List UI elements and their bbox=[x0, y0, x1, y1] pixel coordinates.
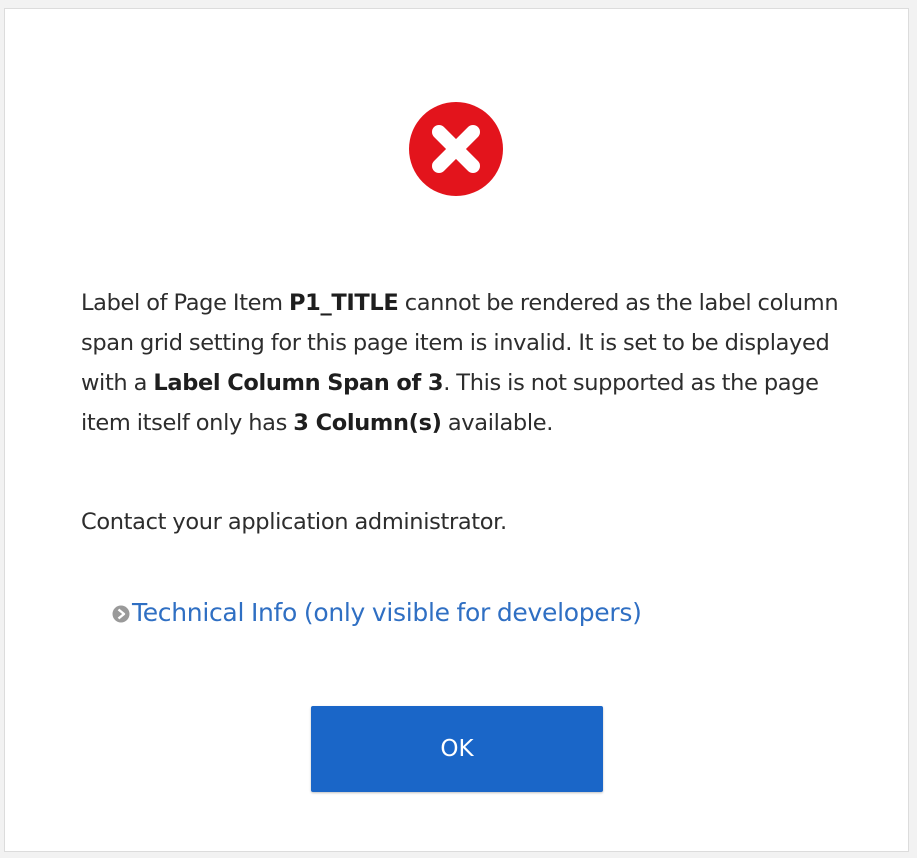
technical-info-label[interactable]: Technical Info (only visible for develop… bbox=[132, 593, 642, 633]
expand-arrow-icon bbox=[112, 605, 130, 623]
ok-button[interactable]: OK bbox=[311, 706, 603, 792]
page-item-name: P1_TITLE bbox=[289, 290, 399, 316]
message-text-1: Label of Page Item bbox=[81, 290, 290, 316]
error-icon bbox=[409, 102, 503, 196]
available-columns: 3 Column(s) bbox=[293, 410, 442, 436]
error-dialog: Label of Page Item P1_TITLE cannot be re… bbox=[4, 8, 909, 852]
message-text-4: available. bbox=[441, 410, 554, 436]
label-span-setting: Label Column Span of 3 bbox=[153, 370, 444, 396]
contact-admin-text: Contact your application administrator. bbox=[81, 509, 507, 535]
error-message: Label of Page Item P1_TITLE cannot be re… bbox=[81, 283, 841, 443]
technical-info-toggle[interactable]: Technical Info (only visible for develop… bbox=[112, 593, 642, 633]
